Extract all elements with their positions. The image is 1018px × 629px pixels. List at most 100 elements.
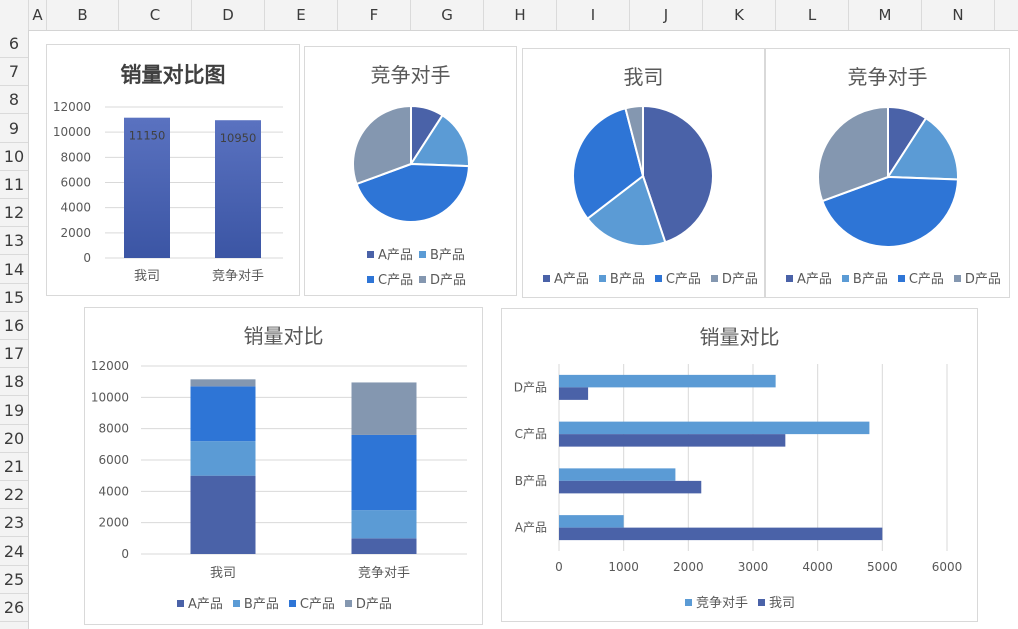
column-header-j[interactable]: J	[630, 0, 703, 30]
chart-plot	[817, 105, 959, 248]
legend-label: D产品	[355, 597, 392, 612]
column-header-n[interactable]: N	[922, 0, 995, 30]
legend-item: C产品	[288, 593, 335, 612]
legend-swatch	[232, 600, 240, 607]
row-header-15[interactable]: 15	[0, 284, 28, 312]
x-tick-label: 4000	[802, 560, 833, 574]
row-header-20[interactable]: 20	[0, 425, 28, 453]
chart-legend: A产品 B产品 C产品 D产品	[367, 243, 477, 293]
legend-item: 我司	[758, 592, 795, 611]
horizontal-bar	[559, 421, 870, 435]
legend-label: 竞争对手	[696, 596, 749, 611]
column-header-b[interactable]: B	[47, 0, 119, 30]
legend-swatch	[685, 599, 692, 606]
x-category-label: 竞争对手	[358, 565, 410, 581]
row-header-10[interactable]: 10	[0, 143, 28, 171]
row-header-18[interactable]: 18	[0, 368, 28, 397]
column-header-h[interactable]: H	[484, 0, 557, 30]
row-header-23[interactable]: 23	[0, 509, 28, 538]
column-header-a[interactable]: A	[29, 0, 47, 30]
y-tick-label: 0	[83, 251, 91, 265]
column-header-c[interactable]: C	[119, 0, 192, 30]
legend-label: B产品	[243, 597, 279, 612]
row-header-12[interactable]: 12	[0, 199, 28, 228]
chart-plot: 0 2000 4000 6000 8000 10000 12000 11150 我司 10950 竞…	[53, 100, 283, 284]
x-category-label: 竞争对手	[212, 268, 264, 284]
y-tick-label: 12000	[91, 359, 129, 373]
stacked-bar-segment	[190, 386, 256, 442]
legend-item: B产品	[598, 268, 645, 287]
row-header-bar: 6 7 8 9 10 11 12 13 14 15 16 17 18 19 20 21 22 23 24 25 26	[0, 30, 29, 629]
y-category-label: A产品	[515, 521, 547, 535]
column-header-d[interactable]: D	[192, 0, 265, 30]
legend-label: D产品	[721, 272, 758, 287]
column-header-i[interactable]: I	[557, 0, 630, 30]
select-all-corner[interactable]	[0, 0, 29, 30]
legend-label: A产品	[378, 248, 413, 263]
row-header-19[interactable]: 19	[0, 397, 28, 425]
row-header-22[interactable]: 22	[0, 481, 28, 510]
column-header-f[interactable]: F	[338, 0, 411, 30]
chart-pie-competitor[interactable]: 竞争对手 A产品 B产品C产品 D产品	[304, 46, 517, 296]
row-header-13[interactable]: 13	[0, 227, 28, 256]
x-category-label: 我司	[134, 269, 160, 284]
row-header-24[interactable]: 24	[0, 538, 28, 566]
legend-item: D产品	[344, 593, 392, 612]
row-header-26[interactable]: 26	[0, 594, 28, 622]
row-header-16[interactable]: 16	[0, 312, 28, 340]
chart-pie-ours[interactable]: 我司 A产品 B产品 C产品 D产品	[522, 48, 765, 298]
row-header-17[interactable]: 17	[0, 340, 28, 369]
legend-label: 我司	[769, 596, 796, 611]
column-header-k[interactable]: K	[703, 0, 776, 30]
x-tick-label: 3000	[738, 560, 769, 574]
row-header-21[interactable]: 21	[0, 453, 28, 481]
y-tick-label: 0	[121, 547, 129, 561]
row-header-6[interactable]: 6	[0, 30, 28, 58]
chart-horizontal-bar[interactable]: 销量对比 0 1000 2000 3000 4000 5000 6000 A产品 B产品 C产品 D…	[501, 308, 978, 622]
legend-label: B产品	[852, 272, 888, 287]
chart-legend: 竞争对手 我司	[685, 592, 805, 611]
x-category-label: 我司	[210, 566, 236, 581]
x-tick-label: 1000	[608, 560, 639, 574]
stacked-bar-segment	[351, 382, 417, 435]
legend-item: C产品	[654, 268, 701, 287]
stacked-bar-segment	[351, 538, 417, 554]
chart-pie-competitor-2[interactable]: 竞争对手 A产品 B产品 C产品 D产品	[765, 48, 1010, 298]
legend-label: C产品	[299, 597, 335, 612]
legend-item: 竞争对手	[685, 592, 748, 611]
column-header-l[interactable]: L	[776, 0, 849, 30]
y-tick-label: 12000	[53, 100, 91, 114]
horizontal-bar	[559, 515, 624, 528]
y-category-label: B产品	[515, 474, 547, 488]
x-tick-label: 5000	[867, 560, 898, 574]
y-tick-label: 2000	[98, 516, 129, 530]
column-header-g[interactable]: G	[411, 0, 484, 30]
row-header-9[interactable]: 9	[0, 115, 28, 143]
legend-swatch	[654, 275, 662, 282]
row-header-14[interactable]: 14	[0, 256, 28, 284]
legend-label: D产品	[964, 272, 1001, 287]
legend-label: D产品	[430, 273, 467, 288]
stacked-bar-segment	[190, 379, 256, 387]
legend-label: A产品	[797, 272, 832, 287]
legend-swatch	[419, 276, 426, 283]
column-header-e[interactable]: E	[265, 0, 338, 30]
chart-total-bar[interactable]: 销量对比图 0 2000 4000 6000 8000 10000 12000 11150 我司…	[46, 44, 300, 296]
y-tick-label: 6000	[98, 453, 129, 467]
chart-legend: A产品 B产品 C产品 D产品	[177, 593, 402, 612]
legend-item: B产品	[232, 593, 279, 612]
legend-swatch	[841, 275, 849, 282]
row-header-25[interactable]: 25	[0, 566, 28, 594]
chart-stacked-bar[interactable]: 销量对比 0 2000 4000 6000 8000 10000 12000 我司 竞争对手 A…	[84, 307, 483, 625]
legend-swatch	[543, 275, 550, 282]
legend-label: A产品	[188, 597, 223, 612]
row-header-8[interactable]: 8	[0, 86, 28, 115]
row-header-11[interactable]: 11	[0, 171, 28, 199]
column-header-m[interactable]: M	[849, 0, 922, 30]
y-category-label: D产品	[514, 380, 547, 394]
legend-swatch	[419, 251, 426, 258]
legend-swatch	[598, 275, 606, 282]
horizontal-bar	[559, 527, 883, 541]
row-header-7[interactable]: 7	[0, 58, 28, 87]
legend-swatch	[288, 600, 296, 607]
